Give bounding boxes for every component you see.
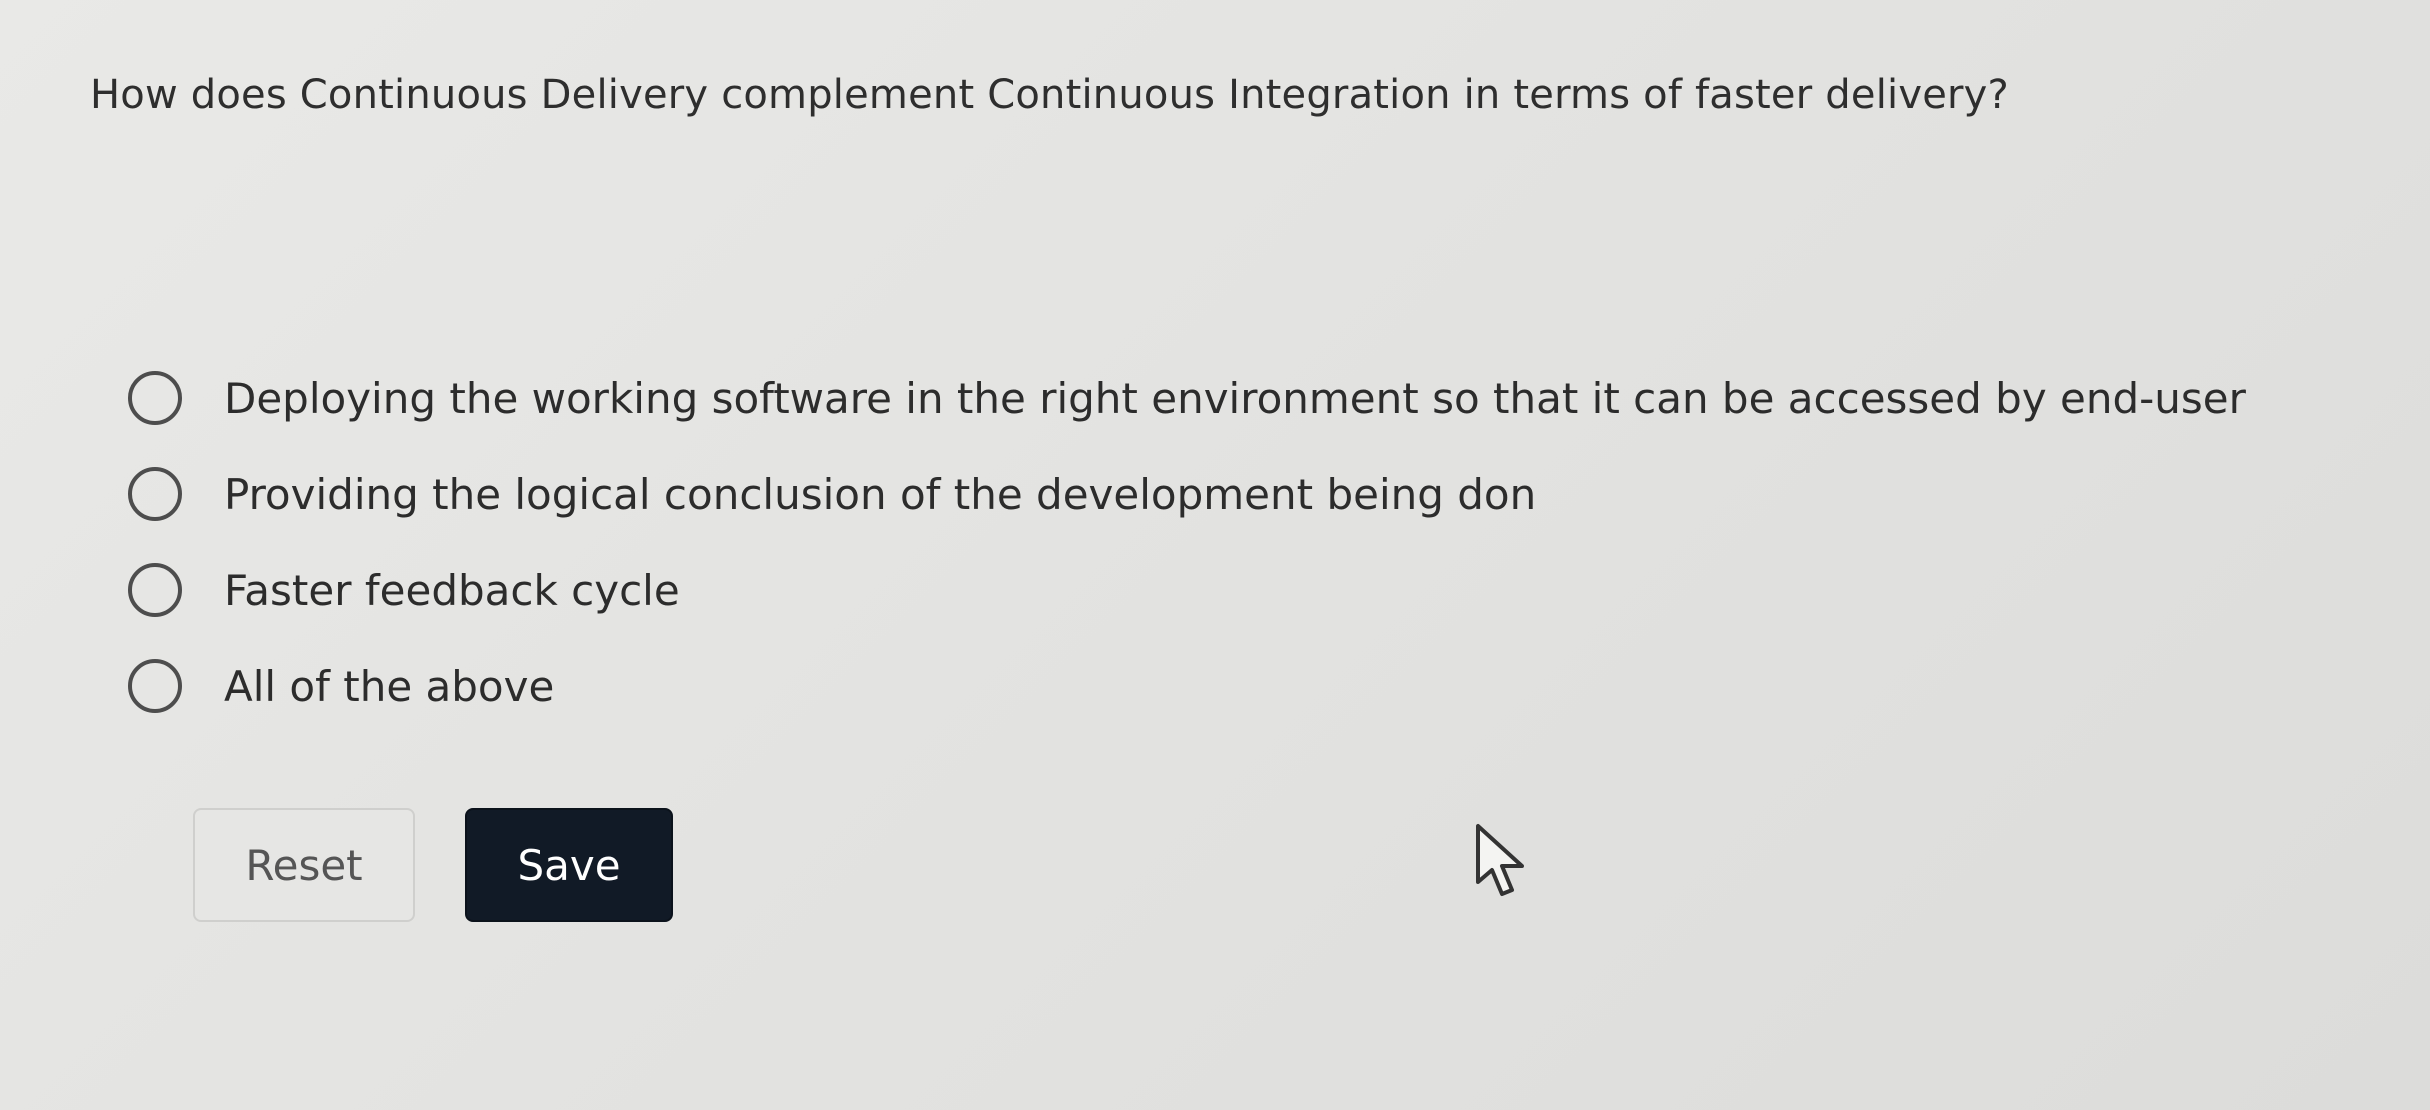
radio-button-3[interactable] bbox=[128, 563, 182, 617]
option-1[interactable]: Deploying the working software in the ri… bbox=[128, 350, 2246, 446]
mouse-pointer-icon bbox=[1476, 824, 1524, 896]
reset-button[interactable]: Reset bbox=[193, 808, 415, 922]
radio-button-1[interactable] bbox=[128, 371, 182, 425]
option-label-3: Faster feedback cycle bbox=[224, 565, 680, 615]
option-4[interactable]: All of the above bbox=[128, 638, 2246, 734]
option-label-4: All of the above bbox=[224, 661, 555, 711]
option-label-2: Providing the logical conclusion of the … bbox=[224, 469, 1537, 519]
option-label-1: Deploying the working software in the ri… bbox=[224, 373, 2246, 423]
radio-button-4[interactable] bbox=[128, 659, 182, 713]
option-3[interactable]: Faster feedback cycle bbox=[128, 542, 2246, 638]
save-button[interactable]: Save bbox=[465, 808, 673, 922]
question-text: How does Continuous Delivery complement … bbox=[90, 72, 2009, 118]
option-2[interactable]: Providing the logical conclusion of the … bbox=[128, 446, 2246, 542]
radio-button-2[interactable] bbox=[128, 467, 182, 521]
answer-options: Deploying the working software in the ri… bbox=[128, 350, 2246, 734]
